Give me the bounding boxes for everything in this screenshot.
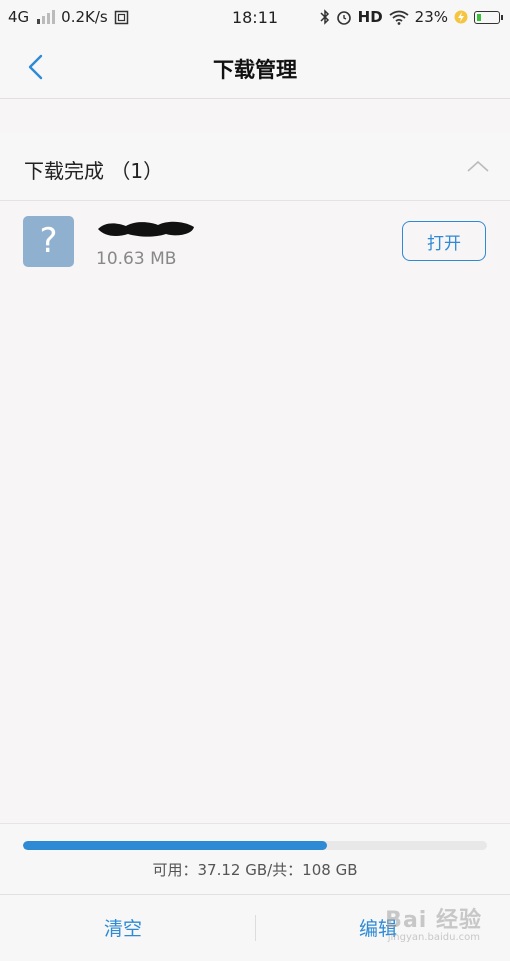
download-list-item[interactable]: ? 10.63 MB 打开: [0, 201, 510, 283]
bluetooth-icon: [320, 9, 329, 25]
storage-progress-fill: [23, 841, 328, 850]
battery-icon: [474, 10, 503, 24]
storage-info: 可用：37.12 GB/共：108 GB: [0, 823, 510, 894]
battery-percent: 23%: [414, 8, 448, 26]
section-header-completed[interactable]: 下载完成 （1）: [0, 133, 510, 201]
file-size: 10.63 MB: [96, 249, 177, 269]
watermark: Bai 经验: [385, 908, 482, 933]
storage-text: 可用：37.12 GB/共：108 GB: [152, 861, 358, 879]
clear-button[interactable]: 清空: [98, 913, 148, 942]
storage-progress-track: [23, 841, 487, 850]
status-bar: 4G 0.2K/s 18:11 HD 23%: [0, 0, 510, 36]
watermark-url: jingyan.baidu.com: [387, 932, 480, 943]
redacted-file-name: [98, 221, 194, 237]
chevron-up-icon[interactable]: [466, 159, 490, 173]
wifi-icon: [389, 10, 409, 25]
nav-bar: 下载管理: [0, 36, 510, 99]
status-right: HD 23%: [320, 8, 503, 26]
open-button[interactable]: 打开: [402, 221, 486, 261]
charging-icon: [454, 10, 468, 24]
bottom-divider: [255, 915, 256, 941]
section-title: 下载完成 （1）: [24, 159, 164, 183]
hd-indicator: HD: [357, 8, 383, 26]
unknown-file-icon: ?: [23, 216, 74, 267]
page-title: 下载管理: [213, 58, 297, 82]
alarm-icon: [336, 11, 351, 25]
